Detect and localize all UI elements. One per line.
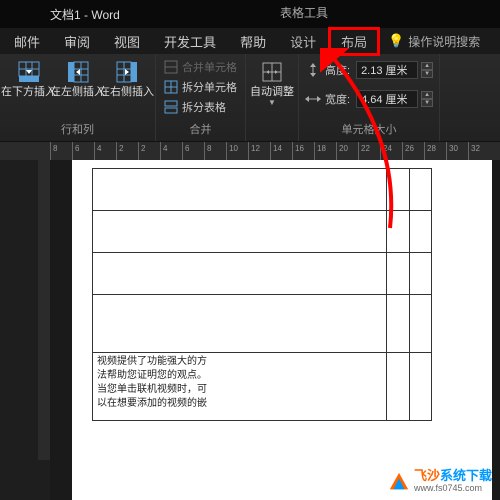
width-input[interactable]: 4.64 厘米 (356, 90, 418, 108)
width-spinner[interactable]: ▲▼ (421, 91, 433, 107)
search-hint-text: 操作说明搜索 (408, 33, 480, 50)
spinner-down-icon[interactable]: ▼ (421, 70, 433, 78)
split-table-label: 拆分表格 (182, 99, 226, 115)
doc-line: 当您单击联机视频时，可 (97, 384, 207, 395)
merge-cells-button[interactable]: 合并单元格 (162, 58, 239, 76)
group-cell-size: 高度: 2.13 厘米 ▲▼ 宽度: 4.64 厘米 ▲▼ 单元格大小 (299, 54, 440, 141)
spinner-up-icon[interactable]: ▲ (421, 91, 433, 99)
group-rows-cols: 在下方插入 在左侧插入 在右侧插入 行和列 (0, 54, 156, 141)
height-row: 高度: 2.13 厘米 ▲▼ (305, 61, 433, 79)
width-row: 宽度: 4.64 厘米 ▲▼ (305, 90, 433, 108)
table-row (93, 253, 432, 295)
tab-help[interactable]: 帮助 (228, 28, 278, 55)
tab-layout[interactable]: 布局 (328, 27, 380, 56)
split-cells-label: 拆分单元格 (182, 79, 237, 95)
insert-below-label: 在下方插入 (1, 86, 56, 98)
autofit-button[interactable]: 自动调整 ▼ (252, 58, 292, 109)
chevron-down-icon: ▼ (268, 98, 276, 107)
width-label: 宽度: (325, 91, 350, 107)
group-cell-size-label: 单元格大小 (305, 121, 433, 137)
watermark-logo-icon (388, 471, 410, 493)
insert-left-label: 在左侧插入 (50, 86, 105, 98)
split-table-button[interactable]: 拆分表格 (162, 98, 239, 116)
group-merge-label: 合并 (162, 121, 239, 137)
table-tools-label: 表格工具 (280, 4, 328, 21)
insert-right-button[interactable]: 在右侧插入 (104, 58, 149, 100)
tell-me-search[interactable]: 💡 操作说明搜索 (388, 33, 480, 50)
doc-line: 以在想要添加的视频的嵌 (97, 398, 207, 409)
ribbon: 在下方插入 在左侧插入 在右侧插入 行和列 合并单元格 (0, 54, 500, 142)
document-table[interactable]: 视频提供了功能强大的方 法帮助您证明您的观点。 当您单击联机视频时，可 以在想要… (92, 168, 432, 421)
split-cells-button[interactable]: 拆分单元格 (162, 78, 239, 96)
height-label: 高度: (325, 62, 350, 78)
split-table-icon (164, 100, 178, 114)
table-row (93, 295, 432, 353)
doc-line: 视频提供了功能强大的方 (97, 356, 207, 367)
watermark-url: www.fs0745.com (414, 482, 492, 494)
tab-review[interactable]: 审阅 (52, 28, 102, 55)
split-cells-icon (164, 80, 178, 94)
table-cell-text[interactable]: 视频提供了功能强大的方 法帮助您证明您的观点。 当您单击联机视频时，可 以在想要… (93, 353, 387, 421)
insert-below-icon (17, 60, 41, 84)
width-icon (305, 92, 321, 106)
insert-right-label: 在右侧插入 (99, 86, 154, 98)
group-rows-cols-label: 行和列 (6, 121, 149, 137)
table-row: 视频提供了功能强大的方 法帮助您证明您的观点。 当您单击联机视频时，可 以在想要… (93, 353, 432, 421)
group-autofit: 自动调整 ▼ (246, 54, 299, 141)
height-input[interactable]: 2.13 厘米 (356, 61, 418, 79)
tab-mail[interactable]: 邮件 (2, 28, 52, 55)
autofit-icon (260, 60, 284, 84)
tab-design[interactable]: 设计 (278, 28, 328, 55)
table-row (93, 169, 432, 211)
watermark: 飞沙系统下载 www.fs0745.com (388, 470, 492, 494)
height-value: 2.13 厘米 (361, 62, 407, 78)
title-bar: 文档1 - Word (0, 0, 500, 28)
merge-cells-label: 合并单元格 (182, 59, 237, 75)
tab-devtools[interactable]: 开发工具 (152, 28, 228, 55)
insert-left-button[interactable]: 在左侧插入 (55, 58, 100, 100)
autofit-label: 自动调整 (250, 86, 294, 98)
doc-line: 法帮助您证明您的观点。 (97, 370, 207, 381)
ribbon-tabs: 邮件 审阅 视图 开发工具 帮助 设计 布局 💡 操作说明搜索 (0, 28, 500, 54)
lightbulb-icon: 💡 (388, 33, 404, 49)
height-icon (305, 63, 321, 77)
table-row (93, 211, 432, 253)
group-merge: 合并单元格 拆分单元格 拆分表格 合并 (156, 54, 246, 141)
watermark-brand: 飞沙系统下载 (414, 470, 492, 482)
insert-right-icon (115, 60, 139, 84)
horizontal-ruler[interactable]: 86422468101214161820222426283032 (0, 142, 500, 160)
spinner-up-icon[interactable]: ▲ (421, 62, 433, 70)
document-title: 文档1 - Word (50, 6, 120, 23)
height-spinner[interactable]: ▲▼ (421, 62, 433, 78)
insert-left-icon (66, 60, 90, 84)
insert-below-button[interactable]: 在下方插入 (6, 58, 51, 100)
merge-cells-icon (164, 60, 178, 74)
tab-view[interactable]: 视图 (102, 28, 152, 55)
width-value: 4.64 厘米 (361, 91, 407, 107)
document-page[interactable]: 视频提供了功能强大的方 法帮助您证明您的观点。 当您单击联机视频时，可 以在想要… (72, 160, 492, 500)
page-area: 视频提供了功能强大的方 法帮助您证明您的观点。 当您单击联机视频时，可 以在想要… (50, 160, 500, 500)
spinner-down-icon[interactable]: ▼ (421, 99, 433, 107)
